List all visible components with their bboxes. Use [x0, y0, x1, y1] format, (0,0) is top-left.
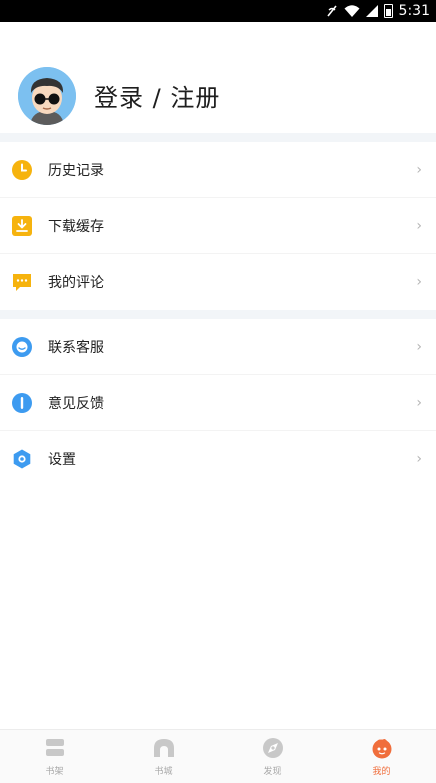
tab-bookshelf[interactable]: 书架 [0, 730, 109, 783]
cell-signal-icon [364, 3, 380, 19]
battery-icon [383, 4, 393, 18]
tab-discover[interactable]: 发现 [218, 730, 327, 783]
menu-item-downloads[interactable]: 下载缓存 › [0, 198, 436, 254]
download-icon [12, 215, 32, 236]
menu-label: 设置 [48, 452, 76, 468]
menu-label: 下载缓存 [48, 218, 104, 235]
menu-label: 我的评论 [48, 275, 104, 291]
menu-label: 联系客服 [48, 339, 104, 356]
feedback-icon [12, 392, 32, 413]
tab-mine[interactable]: 我的 [327, 730, 436, 783]
avatar-face-icon[interactable] [18, 66, 76, 125]
menu-item-feedback[interactable]: 意见反馈 › [0, 375, 436, 431]
tab-bookstore[interactable]: 书城 [109, 730, 218, 783]
menu-item-settings[interactable]: 设置 › [0, 431, 436, 487]
bottom-tab-bar: 书架 书城 发现 我的 [0, 729, 436, 783]
tab-label: 书架 [45, 766, 64, 777]
profile-tab-icon [371, 737, 393, 759]
menu-group-support: 联系客服 › 意见反馈 › 设置 › [0, 319, 436, 487]
comment-icon [12, 272, 32, 292]
menu-item-history[interactable]: 历史记录 › [0, 142, 436, 198]
tab-label: 我的 [372, 766, 391, 777]
bookstore-icon [153, 737, 175, 759]
bookshelf-icon [44, 737, 66, 759]
chevron-right-icon: › [416, 394, 422, 411]
profile-header[interactable]: 登录 / 注册 [0, 22, 436, 133]
menu-label: 历史记录 [48, 162, 104, 179]
chevron-right-icon: › [416, 161, 422, 178]
menu-group-account: 历史记录 › 下载缓存 › 我的评论 › [0, 142, 436, 310]
menu-item-comments[interactable]: 我的评论 › [0, 254, 436, 310]
status-bar: 5:31 [0, 0, 436, 22]
chevron-right-icon: › [416, 217, 422, 234]
tab-label: 书城 [154, 766, 173, 777]
chevron-right-icon: › [416, 338, 422, 355]
signal-mute-icon [324, 3, 340, 19]
section-divider [0, 310, 436, 319]
section-divider [0, 133, 436, 142]
wifi-icon [344, 3, 360, 19]
login-register-link[interactable]: 登录 / 注册 [94, 78, 220, 113]
support-icon [12, 336, 32, 357]
menu-item-customer-service[interactable]: 联系客服 › [0, 319, 436, 375]
settings-icon [12, 449, 32, 469]
chevron-right-icon: › [416, 274, 422, 290]
chevron-right-icon: › [416, 451, 422, 467]
clock-icon [12, 159, 32, 180]
menu-label: 意见反馈 [48, 395, 104, 412]
tab-label: 发现 [263, 766, 282, 777]
discover-icon [262, 737, 284, 759]
status-time: 5:31 [398, 3, 430, 19]
